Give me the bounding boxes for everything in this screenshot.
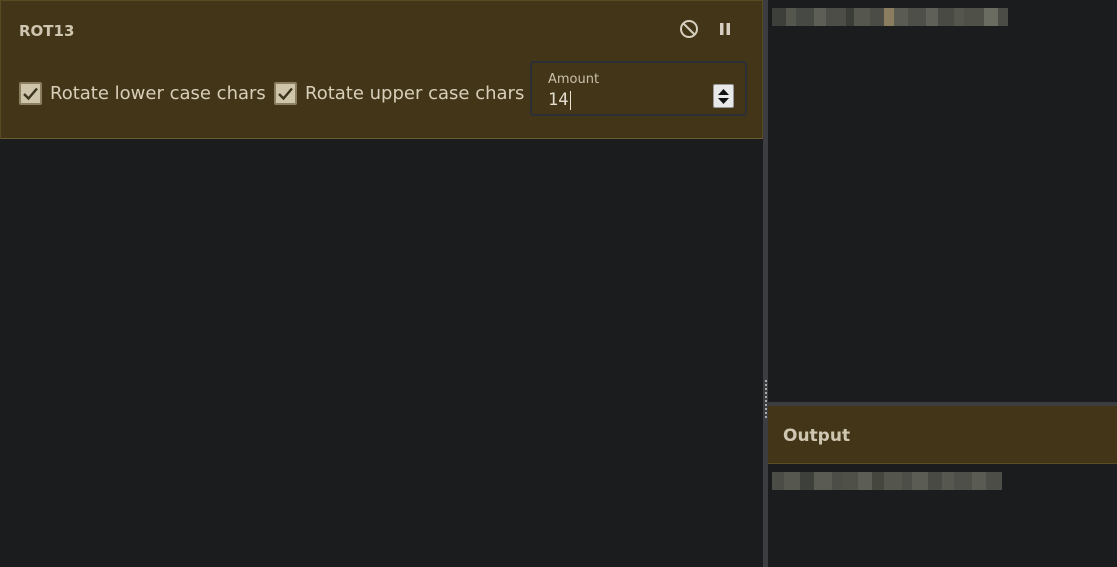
input-pane[interactable] bbox=[768, 0, 1117, 402]
amount-label: Amount bbox=[548, 72, 600, 87]
amount-stepper[interactable] bbox=[713, 84, 734, 108]
rot13-operation: ROT13 Rotate lower case chars Rotate upp… bbox=[0, 0, 763, 139]
rotate-upper-label: Rotate upper case chars bbox=[305, 83, 525, 104]
operation-title: ROT13 bbox=[19, 22, 75, 40]
output-text-blurred bbox=[772, 472, 1002, 490]
disable-icon[interactable] bbox=[678, 18, 700, 40]
operation-controls bbox=[678, 18, 736, 40]
output-pane[interactable] bbox=[768, 464, 1117, 567]
rotate-lower-checkbox[interactable]: Rotate lower case chars bbox=[19, 82, 266, 105]
output-header: Output bbox=[768, 406, 1117, 464]
input-text-blurred bbox=[772, 8, 1008, 26]
rotate-lower-label: Rotate lower case chars bbox=[50, 83, 266, 104]
rotate-upper-checkbox[interactable]: Rotate upper case chars bbox=[274, 82, 524, 105]
checkbox-checked-icon bbox=[19, 82, 42, 105]
stepper-up-icon[interactable] bbox=[718, 88, 729, 95]
checkbox-checked-icon bbox=[274, 82, 297, 105]
app-root: ROT13 Rotate lower case chars Rotate upp… bbox=[0, 0, 1117, 567]
recipe-pane: ROT13 Rotate lower case chars Rotate upp… bbox=[0, 0, 763, 567]
stepper-down-icon[interactable] bbox=[718, 97, 729, 104]
text-caret bbox=[570, 91, 571, 110]
amount-field[interactable]: Amount bbox=[530, 61, 747, 116]
pause-icon[interactable] bbox=[714, 18, 736, 40]
output-title: Output bbox=[783, 426, 851, 446]
resize-handle[interactable] bbox=[764, 380, 767, 420]
